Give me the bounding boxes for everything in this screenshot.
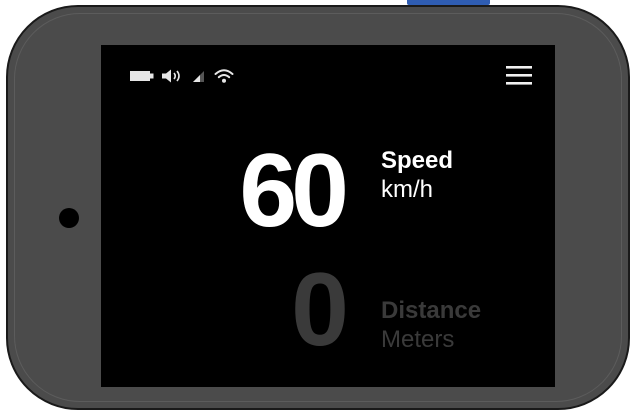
- menu-button[interactable]: [503, 63, 535, 89]
- speed-label-group: Speed km/h: [381, 146, 453, 204]
- distance-label-group: Distance Meters: [381, 296, 481, 354]
- display-screen: 60 Speed km/h 0 Distance Meters: [101, 45, 555, 387]
- wifi-icon: [214, 68, 234, 84]
- battery-icon: [129, 69, 155, 83]
- device-frame: 60 Speed km/h 0 Distance Meters: [6, 5, 630, 410]
- hamburger-menu-icon: [503, 63, 535, 89]
- speed-unit: km/h: [381, 176, 434, 203]
- stage: 60 Speed km/h 0 Distance Meters: [0, 0, 637, 416]
- volume-icon: [161, 68, 183, 84]
- distance-value: 0: [291, 252, 349, 368]
- distance-label: Distance: [381, 297, 482, 324]
- front-camera: [59, 208, 79, 228]
- speed-label: Speed: [381, 147, 454, 174]
- distance-unit: Meters: [381, 326, 455, 353]
- status-bar: [129, 68, 234, 84]
- signal-icon: [191, 68, 207, 84]
- speed-value: 60: [239, 133, 349, 249]
